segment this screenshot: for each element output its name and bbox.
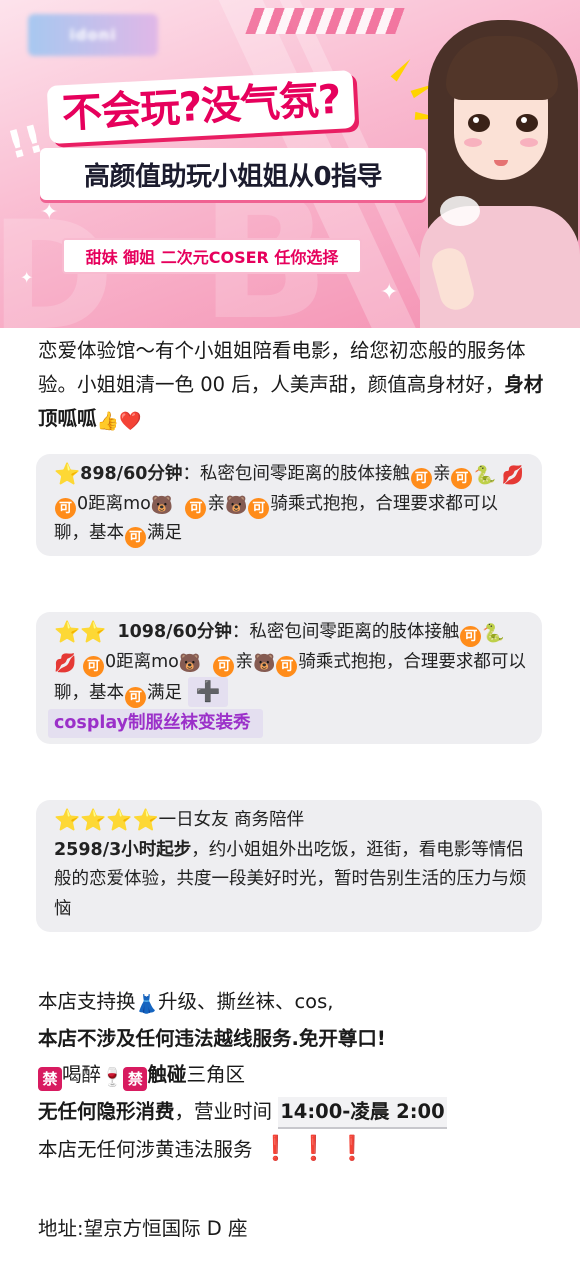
ke-badge-icon: 可	[460, 626, 482, 647]
tagline-text: 甜妹 御姐 二次元COSER 任你选择	[85, 248, 339, 267]
intro-paragraph: 恋爱体验馆～有个小姐姐陪看电影，给您初恋般的服务体验。小姐姐清一色 00 后，人…	[38, 334, 554, 436]
lips-icon: 💋	[54, 652, 77, 674]
headline-text: 不会玩?没气氛?	[60, 76, 342, 138]
note-line: 无任何隐形消费，营业时间 14:00-凌晨 2:00	[38, 1094, 554, 1131]
package-desc: 亲	[235, 651, 253, 672]
intro-text: 恋爱体验馆～有个小姐姐陪看电影，给您初恋般的服务体验。小姐姐清一色 00 后，人…	[38, 339, 526, 396]
note-text: 喝醉	[62, 1063, 102, 1086]
star-icon: ⭐	[54, 462, 81, 486]
package-desc: 亲	[432, 464, 451, 484]
subheadline-text: 高颜值助玩小姐姐从0指导	[83, 161, 383, 192]
dress-icon: 👗	[135, 994, 158, 1015]
cosplay-highlight: cosplay制服丝袜变装秀	[48, 708, 263, 738]
ke-badge-icon: 可	[451, 468, 473, 489]
bear-icon: 🐻	[224, 494, 248, 516]
note-text: 触碰	[147, 1063, 187, 1086]
store-notes: 本店支持换👗升级、撕丝袜、cos, 本店不涉及任何违法越线服务.免开尊口! 禁喝…	[38, 984, 554, 1169]
forbidden-icon: 禁	[123, 1067, 148, 1091]
sparkle-icon: ✦	[40, 200, 59, 225]
note-text: 本店无任何涉黄违法服务	[38, 1138, 253, 1161]
forbidden-icon: 禁	[38, 1067, 62, 1091]
note-line: 禁喝醉🍷 禁触碰三角区	[38, 1057, 554, 1094]
note-text: 本店支持换	[38, 990, 136, 1013]
package-desc: 满足	[147, 683, 182, 703]
ke-badge-icon: 可	[83, 655, 104, 677]
package-desc: 0距离mo	[105, 651, 179, 672]
ke-badge-icon: 可	[185, 497, 207, 519]
note-text: 升级、撕丝袜、cos,	[157, 990, 334, 1013]
bear-icon: 🐻	[178, 652, 202, 674]
package-price: 898/60分钟	[80, 464, 183, 484]
ke-badge-icon: 可	[410, 468, 432, 489]
ke-badge-icon: 可	[125, 527, 146, 548]
wine-icon: 🍷	[101, 1067, 124, 1088]
package-card-1: ⭐898/60分钟：私密包间零距离的肢体接触可亲可 🐍 💋 可 0距离mo🐻 可亲🐻…	[36, 454, 542, 556]
star-icon: ⭐⭐⭐⭐	[54, 808, 159, 832]
sparkle-icon: ✦	[380, 280, 399, 305]
thumbs-up-icon: 👍	[96, 411, 119, 432]
package-desc: 0距离mo	[77, 493, 151, 514]
snake-icon: 🐍	[482, 623, 505, 644]
brand-logo: idoni	[28, 14, 158, 56]
ke-badge-icon: 可	[55, 497, 76, 519]
banner-tagline: 甜妹 御姐 二次元COSER 任你选择	[62, 238, 362, 274]
package-desc: ：私密包间零距离的肢体接触	[231, 622, 460, 642]
promo-banner: B D idoni !! ✦ ✦ ✦ 不会玩?没气氛? 高颜值助玩小姐姐从0指导…	[0, 0, 580, 328]
star-icon: ⭐⭐	[54, 620, 107, 644]
ke-badge-icon: 可	[213, 655, 235, 677]
note-line: 本店无任何涉黄违法服务 ❗ ❗ ❗	[38, 1130, 554, 1169]
package-desc: 亲	[207, 493, 225, 514]
note-text: ，营业时间	[174, 1099, 273, 1123]
logo-text: idoni	[69, 26, 117, 44]
plus-icon: ➕	[187, 677, 229, 707]
heart-icon: ❤️	[118, 411, 142, 432]
ke-badge-icon: 可	[276, 655, 298, 677]
package-title: 一日女友 商务陪伴	[158, 810, 305, 830]
package-price: 1098/60分钟	[117, 622, 232, 642]
ke-badge-icon: 可	[125, 687, 146, 708]
banner-subheadline: 高颜值助玩小姐姐从0指导	[40, 148, 426, 200]
package-price: 2598/3小时起步	[54, 839, 192, 860]
note-text: 无任何隐形消费	[38, 1099, 175, 1123]
exclamation-icon: ❗ ❗ ❗	[260, 1134, 367, 1162]
checker-decoration	[245, 8, 405, 34]
package-card-2: ⭐⭐ 1098/60分钟：私密包间零距离的肢体接触可 🐍 💋 可 0距离mo🐻 可亲…	[36, 612, 542, 744]
sparkle-icon: ✦	[20, 268, 34, 287]
business-hours: 14:00-凌晨 2:00	[278, 1096, 447, 1129]
note-text: 三角区	[186, 1063, 245, 1086]
bear-icon: 🐻	[252, 652, 276, 674]
note-line: 本店支持换👗升级、撕丝袜、cos,	[38, 984, 554, 1021]
bear-icon: 🐻	[150, 494, 174, 516]
lips-icon: 💋	[501, 465, 524, 486]
note-line: 本店不涉及任何违法越线服务.免开尊口!	[38, 1026, 386, 1050]
store-address: 地址:望京方恒国际 D 座	[38, 1217, 248, 1240]
model-portrait	[410, 10, 580, 328]
snake-icon: 🐍	[473, 465, 496, 486]
ke-badge-icon: 可	[248, 497, 270, 519]
package-desc: ：私密包间零距离的肢体接触	[182, 464, 410, 484]
package-card-3: ⭐⭐⭐⭐一日女友 商务陪伴 2598/3小时起步，约小姐姐外出吃饭，逛街，看电影等…	[36, 800, 542, 932]
package-desc: 满足	[147, 523, 182, 543]
